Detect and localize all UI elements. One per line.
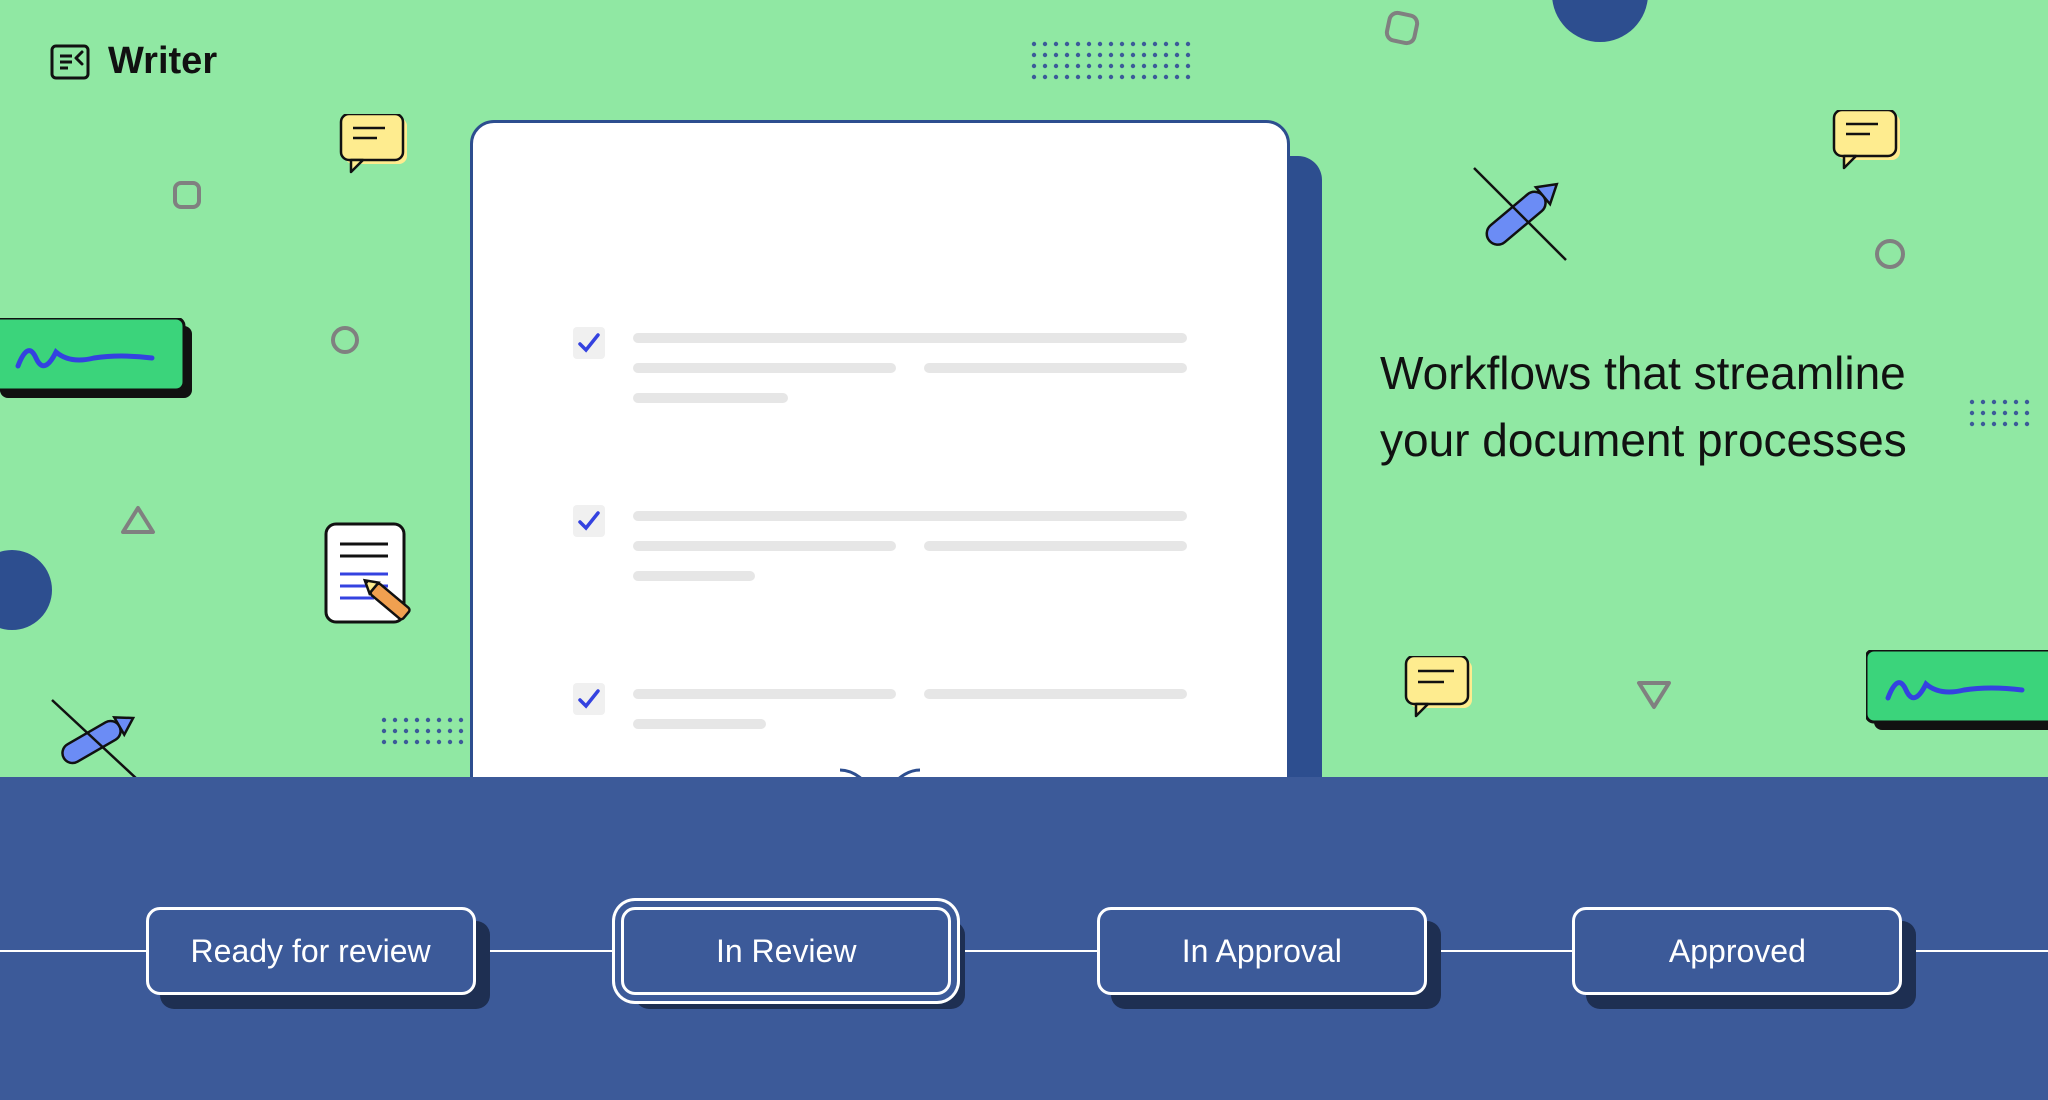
circle-outline-icon	[1874, 238, 1906, 270]
speech-bubble-icon	[337, 114, 415, 182]
speech-bubble-icon	[1402, 656, 1480, 726]
triangle-outline-icon	[120, 505, 156, 537]
blue-circle-top-icon	[1550, 0, 1650, 50]
triangle-down-icon	[1636, 678, 1672, 710]
app-name: Writer	[108, 40, 217, 83]
workflow-step-ready[interactable]: Ready for review	[146, 907, 476, 995]
checkbox-checked-icon	[573, 683, 605, 715]
document-pencil-icon	[316, 520, 426, 640]
checklist-item	[573, 333, 1187, 423]
workflow-step-approved[interactable]: Approved	[1572, 907, 1902, 995]
square-outline-icon	[172, 180, 202, 210]
checklist-item	[573, 511, 1187, 601]
workflow-bar: Ready for review In Review In Approval A…	[0, 777, 2048, 1100]
speech-bubble-icon	[1830, 110, 1908, 178]
dot-grid-small-icon	[1968, 398, 2032, 432]
crossed-pencil-icon	[1460, 160, 1580, 270]
circle-outline-icon	[330, 325, 360, 355]
app-logo: Writer	[50, 40, 217, 83]
workflow-step-in-review[interactable]: In Review	[621, 907, 951, 995]
workflow-step-label: Ready for review	[191, 933, 431, 970]
document-preview	[470, 120, 1290, 780]
dot-grid-icon	[380, 716, 466, 750]
checkbox-checked-icon	[573, 327, 605, 359]
checkbox-checked-icon	[573, 505, 605, 537]
blue-circle-icon	[0, 550, 60, 630]
rounded-square-icon	[1384, 10, 1420, 46]
checklist-item	[573, 689, 1187, 749]
workflow-step-label: In Approval	[1182, 933, 1342, 970]
writer-logo-icon	[50, 42, 90, 82]
signature-card-icon	[1866, 650, 2048, 732]
headline-text: Workflows that streamline your document …	[1380, 340, 1940, 473]
workflow-step-label: In Review	[716, 933, 857, 970]
workflow-step-label: Approved	[1669, 933, 1806, 970]
workflow-step-in-approval[interactable]: In Approval	[1097, 907, 1427, 995]
signature-card-icon	[0, 318, 200, 400]
dot-grid-wide-icon	[1030, 40, 1198, 88]
crossed-pencil-icon	[40, 690, 150, 790]
